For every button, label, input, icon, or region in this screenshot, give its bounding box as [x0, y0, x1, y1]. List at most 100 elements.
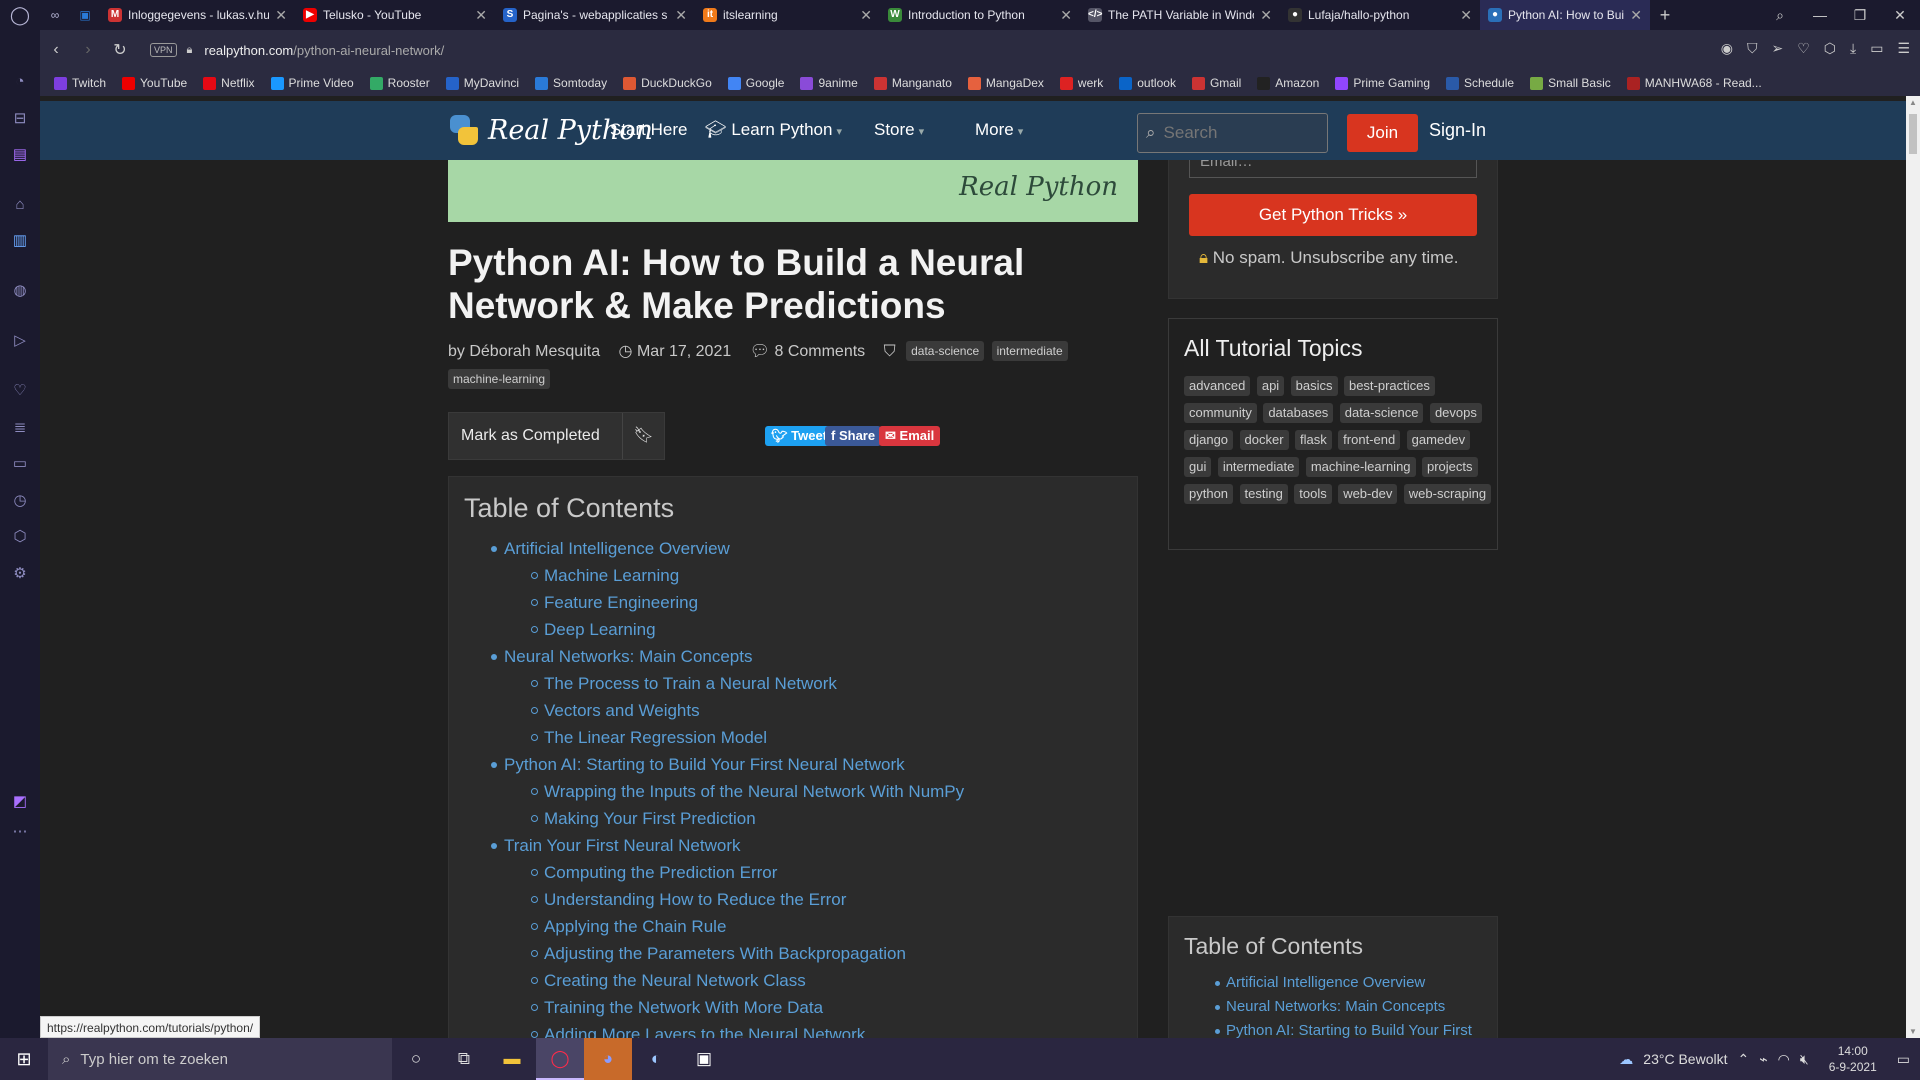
home-icon[interactable]: ⌂ [10, 195, 30, 215]
send-icon[interactable]: ➢ [1771, 40, 1783, 57]
bookmark-item[interactable]: Gmail [1191, 76, 1241, 90]
topic-tag[interactable]: front-end [1338, 430, 1401, 450]
close-tab-icon[interactable]: ✕ [275, 7, 287, 24]
topic-tag[interactable]: python [1184, 484, 1234, 504]
cube-icon[interactable]: ⬡ [1824, 40, 1836, 57]
bookmark-item[interactable]: Google [727, 76, 784, 90]
toc-link[interactable]: Adjusting the Parameters With Backpropag… [504, 940, 964, 967]
lock-icon[interactable]: 🔒︎ [187, 44, 193, 57]
search-tabs-icon[interactable]: ⌕ [1760, 0, 1800, 30]
toc-link[interactable]: Wrapping the Inputs of the Neural Networ… [504, 778, 964, 805]
scroll-thumb[interactable] [1909, 114, 1917, 154]
history-icon[interactable]: ◷ [10, 491, 30, 511]
shield-icon[interactable]: ⛉ [1747, 40, 1758, 57]
facebook-share-button[interactable]: f Share [825, 426, 882, 446]
topic-tag[interactable]: django [1184, 430, 1234, 450]
back-icon[interactable]: ‹ [40, 41, 72, 59]
bookmark-item[interactable]: MyDavinci [445, 76, 519, 90]
clock[interactable]: 14:00 6-9-2021 [1829, 1043, 1877, 1075]
download-icon[interactable]: ⤓ [1850, 40, 1856, 57]
bookmark-item[interactable]: Schedule [1446, 76, 1514, 90]
terminal-icon[interactable]: ▣ [680, 1038, 728, 1080]
nav-more[interactable]: More ▾ [975, 120, 1023, 140]
site-search-input[interactable] [1163, 123, 1314, 143]
bookmark-item[interactable]: Rooster [369, 76, 430, 90]
sidebar-toc-link[interactable]: Neural Networks: Main Concepts [1215, 995, 1472, 1019]
topic-tag[interactable]: machine-learning [1305, 457, 1416, 477]
author-link[interactable]: by Déborah Mesquita [448, 343, 600, 360]
browser-tab[interactable]: it itslearning ✕ [695, 0, 880, 30]
close-tab-icon[interactable]: ✕ [475, 7, 487, 24]
new-tab-button[interactable]: + [1650, 5, 1680, 26]
topic-tag[interactable]: community [1184, 403, 1257, 423]
page-scrollbar[interactable]: ▲ ▼ [1906, 96, 1920, 1038]
mark-completed-button[interactable]: Mark as Completed 🔖︎ [448, 412, 665, 460]
forward-icon[interactable]: › [72, 41, 104, 59]
topic-tag[interactable]: flask [1294, 430, 1332, 450]
restore-button[interactable]: ❐ [1840, 0, 1880, 30]
promo-banner[interactable]: Real Python [448, 160, 1138, 222]
bookmark-item[interactable]: DuckDuckGo [623, 76, 712, 90]
favorites-icon[interactable]: ♡ [10, 381, 30, 401]
topic-tag[interactable]: basics [1290, 376, 1338, 396]
bookmark-item[interactable]: Somtoday [535, 76, 607, 90]
topic-tag[interactable]: databases [1263, 403, 1334, 423]
speed-dial-icon[interactable]: ◔ [10, 72, 30, 92]
toc-link[interactable]: The Linear Regression Model [504, 724, 964, 751]
toc-link[interactable]: The Process to Train a Neural Network [504, 670, 964, 697]
toc-link[interactable]: Applying the Chain Rule [504, 913, 964, 940]
bookmark-item[interactable]: Small Basic [1530, 76, 1611, 90]
discord-icon[interactable]: ◕ [584, 1038, 632, 1080]
minimize-button[interactable]: — [1800, 0, 1840, 30]
toc-link[interactable]: Training the Network With More Data [504, 994, 964, 1021]
close-window-button[interactable]: ✕ [1880, 0, 1920, 30]
topic-tag[interactable]: advanced [1184, 376, 1251, 396]
chevron-up-icon[interactable]: ⌃ [1738, 1051, 1750, 1068]
app-icon[interactable]: ◩ [10, 792, 30, 812]
browser-tab[interactable]: ● Lufaja/hallo-python ✕ [1280, 0, 1480, 30]
get-python-tricks-button[interactable]: Get Python Tricks » [1189, 194, 1477, 236]
topic-tag[interactable]: gui [1184, 457, 1212, 477]
topic-tag[interactable]: api [1256, 376, 1285, 396]
bag-icon[interactable]: ⊟ [10, 109, 30, 129]
toc-link[interactable]: Python AI: Starting to Build Your First … [490, 751, 964, 778]
sidebar-toc-link[interactable]: Python AI: Starting to Build Your First [1215, 1019, 1472, 1038]
comments-link[interactable]: 8 Comments [774, 343, 865, 360]
vpn-badge[interactable]: VPN [150, 43, 177, 57]
camera-icon[interactable]: ◉ [1721, 40, 1733, 57]
toc-link[interactable]: Machine Learning [504, 562, 964, 589]
nav-start-here[interactable]: Start Here [610, 120, 687, 140]
tag-machine-learning[interactable]: machine-learning [448, 369, 551, 389]
topic-tag[interactable]: best-practices [1343, 376, 1435, 396]
nav-learn-python[interactable]: 🎓︎ Learn Python ▾ [705, 120, 842, 140]
topic-tag[interactable]: docker [1239, 430, 1289, 450]
topic-tag[interactable]: devops [1429, 403, 1482, 423]
outlook-tab-icon[interactable]: ▣ [70, 8, 100, 22]
bookmark-item[interactable]: Prime Gaming [1335, 76, 1430, 90]
taskbar-search[interactable]: ⌕ Typ hier om te zoeken [48, 1038, 392, 1080]
notifications-icon[interactable]: ▭ [1897, 1051, 1910, 1068]
opera-logo-icon[interactable]: ◯ [0, 0, 40, 30]
reader-icon[interactable]: ▥ [10, 231, 30, 251]
toc-link[interactable]: Computing the Prediction Error [504, 859, 964, 886]
toc-link[interactable]: Adding More Layers to the Neural Network [504, 1021, 964, 1038]
close-tab-icon[interactable]: ✕ [1060, 7, 1072, 24]
opera-gx-icon[interactable]: ◯ [536, 1038, 584, 1080]
scroll-down-icon[interactable]: ▼ [1906, 1027, 1920, 1036]
weather-text[interactable]: 23°C Bewolkt [1643, 1051, 1727, 1067]
twitch-icon[interactable]: ▤ [10, 145, 30, 165]
toc-link[interactable]: Vectors and Weights [504, 697, 964, 724]
nav-store[interactable]: Store ▾ [874, 120, 924, 140]
close-tab-icon[interactable]: ✕ [1630, 7, 1642, 24]
browser-tab[interactable]: W Introduction to Python ✕ [880, 0, 1080, 30]
toc-link[interactable]: Creating the Neural Network Class [504, 967, 964, 994]
bookmark-item[interactable]: werk [1059, 76, 1103, 90]
tag-intermediate[interactable]: intermediate [991, 341, 1068, 361]
join-button[interactable]: Join [1347, 114, 1418, 152]
bookmark-item[interactable]: MangaDex [967, 76, 1044, 90]
menu-icon[interactable]: ☰ [1897, 40, 1910, 57]
heart-icon[interactable]: ♡ [1797, 40, 1810, 57]
notes-icon[interactable]: ≣ [10, 418, 30, 438]
battery-icon[interactable]: ▭ [1870, 40, 1883, 57]
email-input[interactable]: Email… [1189, 160, 1477, 178]
